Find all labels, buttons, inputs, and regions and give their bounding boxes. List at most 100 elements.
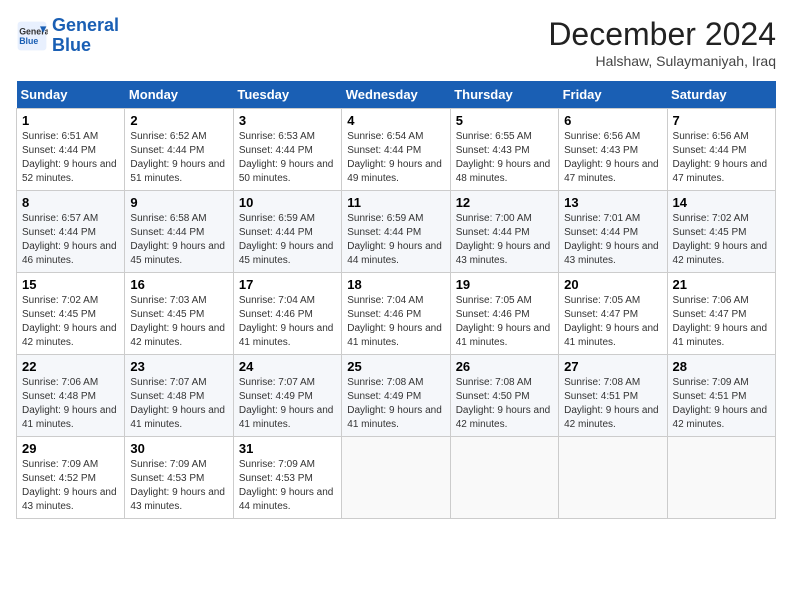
- day-number: 10: [239, 195, 336, 210]
- day-number: 12: [456, 195, 553, 210]
- day-info: Sunrise: 7:02 AM Sunset: 4:45 PM Dayligh…: [673, 212, 770, 268]
- day-number: 25: [347, 359, 444, 374]
- day-info: Sunrise: 7:04 AM Sunset: 4:46 PM Dayligh…: [239, 294, 336, 350]
- calendar-cell: 2 Sunrise: 6:52 AM Sunset: 4:44 PM Daylig…: [125, 109, 233, 191]
- day-number: 21: [673, 277, 770, 292]
- day-info: Sunrise: 7:05 AM Sunset: 4:46 PM Dayligh…: [456, 294, 553, 350]
- calendar-cell: 8 Sunrise: 6:57 AM Sunset: 4:44 PM Daylig…: [17, 191, 125, 273]
- weekday-header: Monday: [125, 81, 233, 109]
- day-info: Sunrise: 7:03 AM Sunset: 4:45 PM Dayligh…: [130, 294, 227, 350]
- page-header: General Blue GeneralBlue December 2024 H…: [16, 16, 776, 69]
- weekday-header-row: SundayMondayTuesdayWednesdayThursdayFrid…: [17, 81, 776, 109]
- calendar-cell: 1 Sunrise: 6:51 AM Sunset: 4:44 PM Daylig…: [17, 109, 125, 191]
- calendar-cell: 14 Sunrise: 7:02 AM Sunset: 4:45 PM Dayli…: [667, 191, 775, 273]
- calendar-cell: 12 Sunrise: 7:00 AM Sunset: 4:44 PM Dayli…: [450, 191, 558, 273]
- day-info: Sunrise: 7:08 AM Sunset: 4:51 PM Dayligh…: [564, 376, 661, 432]
- calendar-cell: 23 Sunrise: 7:07 AM Sunset: 4:48 PM Dayli…: [125, 355, 233, 437]
- day-number: 27: [564, 359, 661, 374]
- day-info: Sunrise: 6:53 AM Sunset: 4:44 PM Dayligh…: [239, 130, 336, 186]
- calendar-week-row: 29Sunrise: 7:09 AM Sunset: 4:52 PM Dayli…: [17, 437, 776, 519]
- day-number: 2: [130, 113, 227, 128]
- day-number: 28: [673, 359, 770, 374]
- calendar-cell: 13Sunrise: 7:01 AM Sunset: 4:44 PM Dayli…: [559, 191, 667, 273]
- calendar-cell: 4 Sunrise: 6:54 AM Sunset: 4:44 PM Daylig…: [342, 109, 450, 191]
- day-info: Sunrise: 7:06 AM Sunset: 4:47 PM Dayligh…: [673, 294, 770, 350]
- calendar-cell: 30 Sunrise: 7:09 AM Sunset: 4:53 PM Dayli…: [125, 437, 233, 519]
- day-info: Sunrise: 6:59 AM Sunset: 4:44 PM Dayligh…: [239, 212, 336, 268]
- day-number: 16: [130, 277, 227, 292]
- calendar-cell: [450, 437, 558, 519]
- calendar-cell: 10 Sunrise: 6:59 AM Sunset: 4:44 PM Dayli…: [233, 191, 341, 273]
- day-info: Sunrise: 7:04 AM Sunset: 4:46 PM Dayligh…: [347, 294, 444, 350]
- calendar-cell: 3Sunrise: 6:53 AM Sunset: 4:44 PM Daylig…: [233, 109, 341, 191]
- calendar-cell: 26Sunrise: 7:08 AM Sunset: 4:50 PM Dayli…: [450, 355, 558, 437]
- day-number: 6: [564, 113, 661, 128]
- day-info: Sunrise: 6:54 AM Sunset: 4:44 PM Dayligh…: [347, 130, 444, 186]
- day-info: Sunrise: 7:08 AM Sunset: 4:49 PM Dayligh…: [347, 376, 444, 432]
- day-info: Sunrise: 7:01 AM Sunset: 4:44 PM Dayligh…: [564, 212, 661, 268]
- day-number: 11: [347, 195, 444, 210]
- day-number: 17: [239, 277, 336, 292]
- calendar-cell: 31Sunrise: 7:09 AM Sunset: 4:53 PM Dayli…: [233, 437, 341, 519]
- day-number: 5: [456, 113, 553, 128]
- logo-icon: General Blue: [16, 20, 48, 52]
- day-info: Sunrise: 6:57 AM Sunset: 4:44 PM Dayligh…: [22, 212, 119, 268]
- calendar-cell: 9 Sunrise: 6:58 AM Sunset: 4:44 PM Daylig…: [125, 191, 233, 273]
- calendar-cell: 15Sunrise: 7:02 AM Sunset: 4:45 PM Dayli…: [17, 273, 125, 355]
- day-number: 23: [130, 359, 227, 374]
- calendar-cell: 17 Sunrise: 7:04 AM Sunset: 4:46 PM Dayli…: [233, 273, 341, 355]
- day-number: 8: [22, 195, 119, 210]
- weekday-header: Friday: [559, 81, 667, 109]
- calendar-cell: 28Sunrise: 7:09 AM Sunset: 4:51 PM Dayli…: [667, 355, 775, 437]
- day-number: 31: [239, 441, 336, 456]
- day-info: Sunrise: 7:00 AM Sunset: 4:44 PM Dayligh…: [456, 212, 553, 268]
- day-number: 20: [564, 277, 661, 292]
- calendar-cell: 20 Sunrise: 7:05 AM Sunset: 4:47 PM Dayli…: [559, 273, 667, 355]
- day-info: Sunrise: 6:51 AM Sunset: 4:44 PM Dayligh…: [22, 130, 119, 186]
- calendar-cell: 27 Sunrise: 7:08 AM Sunset: 4:51 PM Dayli…: [559, 355, 667, 437]
- day-info: Sunrise: 7:07 AM Sunset: 4:48 PM Dayligh…: [130, 376, 227, 432]
- calendar-week-row: 1 Sunrise: 6:51 AM Sunset: 4:44 PM Daylig…: [17, 109, 776, 191]
- day-info: Sunrise: 6:55 AM Sunset: 4:43 PM Dayligh…: [456, 130, 553, 186]
- day-info: Sunrise: 7:05 AM Sunset: 4:47 PM Dayligh…: [564, 294, 661, 350]
- day-number: 19: [456, 277, 553, 292]
- day-number: 30: [130, 441, 227, 456]
- calendar-cell: 18 Sunrise: 7:04 AM Sunset: 4:46 PM Dayli…: [342, 273, 450, 355]
- day-info: Sunrise: 6:52 AM Sunset: 4:44 PM Dayligh…: [130, 130, 227, 186]
- location: Halshaw, Sulaymaniyah, Iraq: [548, 53, 776, 69]
- day-number: 9: [130, 195, 227, 210]
- calendar-week-row: 8 Sunrise: 6:57 AM Sunset: 4:44 PM Daylig…: [17, 191, 776, 273]
- calendar-week-row: 22 Sunrise: 7:06 AM Sunset: 4:48 PM Dayli…: [17, 355, 776, 437]
- calendar-cell: [342, 437, 450, 519]
- calendar-cell: 24Sunrise: 7:07 AM Sunset: 4:49 PM Dayli…: [233, 355, 341, 437]
- day-number: 1: [22, 113, 119, 128]
- logo: General Blue GeneralBlue: [16, 16, 119, 56]
- calendar-cell: 22 Sunrise: 7:06 AM Sunset: 4:48 PM Dayli…: [17, 355, 125, 437]
- calendar-cell: 25 Sunrise: 7:08 AM Sunset: 4:49 PM Dayli…: [342, 355, 450, 437]
- calendar-cell: 7Sunrise: 6:56 AM Sunset: 4:44 PM Daylig…: [667, 109, 775, 191]
- calendar-cell: 16 Sunrise: 7:03 AM Sunset: 4:45 PM Dayli…: [125, 273, 233, 355]
- weekday-header: Sunday: [17, 81, 125, 109]
- calendar-cell: 21 Sunrise: 7:06 AM Sunset: 4:47 PM Dayli…: [667, 273, 775, 355]
- day-info: Sunrise: 7:07 AM Sunset: 4:49 PM Dayligh…: [239, 376, 336, 432]
- calendar-cell: 11Sunrise: 6:59 AM Sunset: 4:44 PM Dayli…: [342, 191, 450, 273]
- calendar-cell: 5 Sunrise: 6:55 AM Sunset: 4:43 PM Daylig…: [450, 109, 558, 191]
- month-title: December 2024: [548, 16, 776, 53]
- calendar-cell: [667, 437, 775, 519]
- weekday-header: Thursday: [450, 81, 558, 109]
- day-number: 4: [347, 113, 444, 128]
- day-number: 14: [673, 195, 770, 210]
- weekday-header: Tuesday: [233, 81, 341, 109]
- day-number: 18: [347, 277, 444, 292]
- day-info: Sunrise: 7:09 AM Sunset: 4:53 PM Dayligh…: [130, 458, 227, 514]
- day-number: 22: [22, 359, 119, 374]
- weekday-header: Wednesday: [342, 81, 450, 109]
- day-number: 26: [456, 359, 553, 374]
- day-info: Sunrise: 7:02 AM Sunset: 4:45 PM Dayligh…: [22, 294, 119, 350]
- day-info: Sunrise: 7:09 AM Sunset: 4:52 PM Dayligh…: [22, 458, 119, 514]
- svg-text:Blue: Blue: [19, 36, 38, 46]
- day-number: 7: [673, 113, 770, 128]
- day-info: Sunrise: 7:06 AM Sunset: 4:48 PM Dayligh…: [22, 376, 119, 432]
- day-info: Sunrise: 6:58 AM Sunset: 4:44 PM Dayligh…: [130, 212, 227, 268]
- day-info: Sunrise: 6:56 AM Sunset: 4:43 PM Dayligh…: [564, 130, 661, 186]
